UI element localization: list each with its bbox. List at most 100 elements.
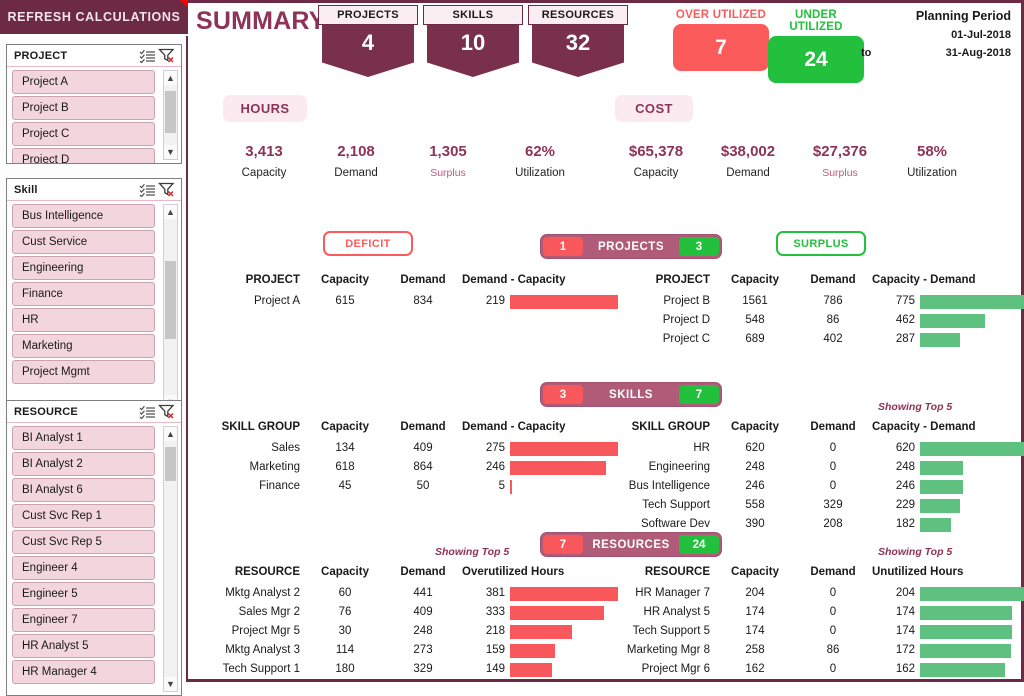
- table-row: Marketing Mgr 8 258 86 172: [608, 641, 1024, 660]
- cell-demand: 329: [823, 499, 843, 511]
- bar-deficit: [510, 605, 604, 620]
- slicer-item[interactable]: HR Manager 4: [12, 660, 155, 684]
- slicer-item[interactable]: Engineer 7: [12, 608, 155, 632]
- slicer-scrollbar[interactable]: ▲ ▼: [163, 204, 178, 410]
- cell-demand: 50: [416, 480, 430, 492]
- scroll-up-icon[interactable]: ▲: [164, 71, 177, 85]
- table-row: HR Analyst 5 174 0 174: [608, 603, 1024, 622]
- table-row: Sales 134 409 275: [198, 439, 622, 458]
- metric-label: Capacity: [633, 167, 679, 179]
- deficit-tag: DEFICIT: [323, 231, 413, 256]
- cell-name: HR Analyst 5: [643, 606, 710, 618]
- cell-name: Finance: [259, 480, 300, 492]
- scrollbar-thumb[interactable]: [165, 91, 176, 133]
- cell-capacity: 620: [745, 442, 765, 454]
- multi-select-icon[interactable]: [138, 48, 157, 64]
- metric-value: $38,002: [720, 143, 776, 160]
- cell-bar: [510, 458, 622, 477]
- slicer-item[interactable]: Cust Service: [12, 230, 155, 254]
- planning-period-to-row: to 31-Aug-2018: [861, 47, 1011, 59]
- scrollbar-thumb[interactable]: [165, 261, 176, 339]
- metric-value: 62%: [524, 143, 556, 160]
- column-header-capacity: Capacity: [731, 421, 779, 433]
- slicer-item[interactable]: Project D: [12, 148, 155, 163]
- cell-demand: 0: [829, 606, 837, 618]
- kpi-value: 4: [322, 25, 414, 77]
- cell-diff: 172: [895, 644, 915, 656]
- column-header-demand: Demand: [810, 566, 856, 578]
- scroll-down-icon[interactable]: ▼: [164, 145, 177, 159]
- table-row: Project C 689 402 287: [608, 330, 1024, 349]
- cell-diff: 275: [485, 442, 505, 454]
- column-header-diff: Demand - Capacity: [462, 421, 566, 433]
- slicer-item[interactable]: Project C: [12, 122, 155, 146]
- clear-filter-icon[interactable]: [157, 48, 176, 64]
- clear-filter-icon[interactable]: [157, 404, 176, 420]
- scroll-up-icon[interactable]: ▲: [164, 205, 177, 219]
- table-skills-right: SKILL GROUP Capacity Demand Capacity - D…: [608, 418, 1024, 534]
- multi-select-icon[interactable]: [138, 182, 157, 198]
- slicer-item[interactable]: HR: [12, 308, 155, 332]
- cell-demand: 86: [826, 644, 840, 656]
- cell-name: Bus Intelligence: [628, 480, 710, 492]
- cell-capacity: 204: [745, 587, 765, 599]
- slicer-scrollbar[interactable]: ▲ ▼: [163, 426, 178, 692]
- slicer-scrollbar[interactable]: ▲ ▼: [163, 70, 178, 160]
- scroll-down-icon[interactable]: ▼: [164, 677, 177, 691]
- cell-diff: 248: [895, 461, 915, 473]
- slicer-item[interactable]: Cust Svc Rep 5: [12, 530, 155, 554]
- bar-deficit: [510, 643, 555, 658]
- slicer-item[interactable]: Engineering: [12, 256, 155, 280]
- slicer-item[interactable]: BI Analyst 2: [12, 452, 155, 476]
- metric-label: Utilization: [907, 167, 957, 179]
- slicer-item[interactable]: BI Analyst 1: [12, 426, 155, 450]
- slicer-item[interactable]: Project A: [12, 70, 155, 94]
- slicer-item[interactable]: Engineer 5: [12, 582, 155, 606]
- bar-deficit: [510, 479, 512, 494]
- cell-capacity: 174: [745, 606, 765, 618]
- column-header-capacity: Capacity: [321, 566, 369, 578]
- utilization-label: OVER UTILIZED: [675, 9, 767, 21]
- slicer-item[interactable]: Engineer 4: [12, 556, 155, 580]
- multi-select-icon[interactable]: [138, 404, 157, 420]
- column-header-capacity: Capacity: [321, 274, 369, 286]
- section-pill-resources: 7 RESOURCES 24: [541, 533, 721, 556]
- section-pill-skills: 3 SKILLS 7: [541, 383, 721, 406]
- slicer-item[interactable]: HR Analyst 5: [12, 634, 155, 658]
- cell-bar: [920, 477, 1024, 496]
- cell-bar: [920, 603, 1024, 622]
- cell-name: Sales Mgr 2: [238, 606, 300, 618]
- slicer-item[interactable]: Finance: [12, 282, 155, 306]
- cell-diff: 246: [895, 480, 915, 492]
- scroll-up-icon[interactable]: ▲: [164, 427, 177, 441]
- slicer-item[interactable]: Cust Svc Rep 1: [12, 504, 155, 528]
- cell-diff: 229: [895, 499, 915, 511]
- slicer-title: Skill: [14, 183, 38, 196]
- cell-diff: 219: [485, 295, 505, 307]
- cell-name: Tech Support 1: [222, 663, 300, 675]
- bar-surplus: [920, 479, 963, 494]
- kpi-card-resources: RESOURCES 32: [528, 5, 628, 77]
- scrollbar-thumb[interactable]: [165, 447, 176, 481]
- table-row: Tech Support 5 174 0 174: [608, 622, 1024, 641]
- planning-period-to-label: to: [861, 47, 872, 59]
- column-header-demand: Demand: [400, 421, 446, 433]
- column-header-name: RESOURCE: [644, 566, 710, 578]
- cell-bar: [920, 496, 1024, 515]
- cell-demand: 273: [413, 644, 433, 656]
- cell-name: Project D: [662, 314, 710, 326]
- slicer-item[interactable]: Project B: [12, 96, 155, 120]
- slicer-item[interactable]: BI Analyst 6: [12, 478, 155, 502]
- refresh-calculations-button[interactable]: REFRESH CALCULATIONS: [0, 0, 188, 36]
- utilization-value: 7: [673, 24, 769, 71]
- planning-period-title: Planning Period: [915, 9, 1011, 23]
- cell-name: Project Mgr 6: [641, 663, 710, 675]
- cell-name: Mktg Analyst 2: [225, 587, 300, 599]
- slicer-item[interactable]: Project Mgmt: [12, 360, 155, 384]
- clear-filter-icon[interactable]: [157, 182, 176, 198]
- slicer-item[interactable]: Bus Intelligence: [12, 204, 155, 228]
- section-under-count: 24: [679, 535, 719, 554]
- bar-surplus: [920, 517, 951, 532]
- cell-demand: 0: [829, 663, 837, 675]
- slicer-item[interactable]: Marketing: [12, 334, 155, 358]
